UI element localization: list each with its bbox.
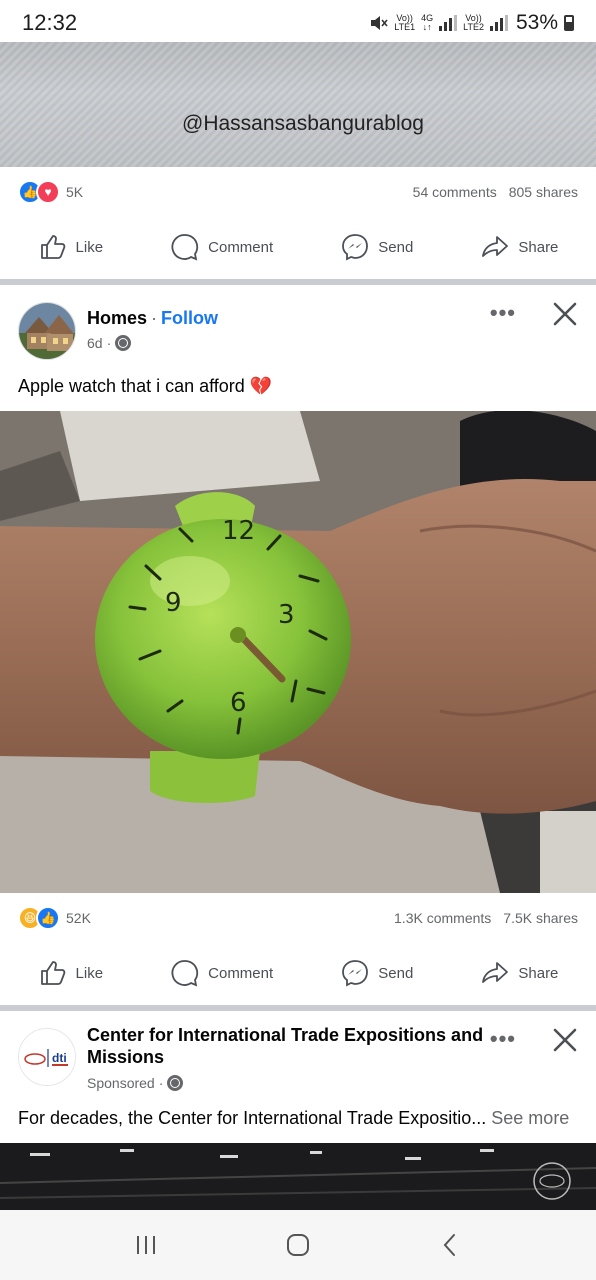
signal1-icon [439, 15, 458, 31]
ad-image[interactable] [0, 1143, 596, 1210]
send-button[interactable]: Send [340, 958, 413, 988]
post-header: Homes · Follow 6d · ••• [0, 299, 596, 374]
like-button[interactable]: Like [38, 958, 104, 988]
globe-icon [115, 335, 132, 351]
image-texture [0, 42, 596, 167]
comment-button[interactable]: Comment [170, 232, 273, 262]
messenger-icon [342, 234, 369, 261]
love-icon: ♥ [36, 180, 60, 204]
status-bar: 12:32 Vo)) LTE1 4G ↓↑ Vo)) LTE2 53% [0, 0, 596, 46]
recents-icon [137, 1236, 155, 1254]
shares-count[interactable]: 805 shares [509, 184, 578, 200]
home-icon [287, 1234, 309, 1256]
previous-post-actions: Like Comment Send Share [0, 219, 596, 275]
status-icons: Vo)) LTE1 4G ↓↑ Vo)) LTE2 53% [370, 11, 574, 35]
previous-post-reactions-bar: 👍 ♥ 5K 54 comments 805 shares [0, 170, 596, 214]
like-label: Like [75, 964, 104, 982]
post-meta: 6d · [87, 335, 132, 351]
sponsor-meta: Sponsored · [87, 1075, 184, 1091]
image-watermark: @Hassansasbangurablog [182, 112, 424, 135]
share-label: Share [518, 238, 559, 256]
page-name-link[interactable]: Homes [87, 308, 147, 328]
clock-number-12: 12 [222, 516, 255, 546]
system-nav-bar [0, 1210, 596, 1280]
reaction-summary[interactable]: 👍 ♥ 5K [18, 180, 83, 204]
page-avatar[interactable] [18, 302, 76, 360]
like-icon: 👍 [36, 906, 60, 930]
meta-separator: · [158, 1075, 164, 1091]
thumbs-up-icon [40, 235, 65, 259]
clock-number-6: 6 [230, 688, 247, 718]
shares-count[interactable]: 7.5K shares [503, 910, 578, 926]
messenger-icon [342, 960, 369, 987]
like-button[interactable]: Like [38, 232, 104, 262]
comments-count[interactable]: 54 comments [413, 184, 497, 200]
net-label: 4G ↓↑ [421, 14, 433, 32]
back-icon [443, 1234, 455, 1256]
sim1-lte: LTE1 [394, 22, 416, 32]
apple-watch-photo: 12 3 6 9 [0, 411, 596, 893]
share-button[interactable]: Share [480, 958, 558, 988]
sponsor-logo-text: dti [52, 1051, 67, 1065]
signal2-icon [489, 15, 508, 31]
send-button[interactable]: Send [340, 232, 413, 262]
sponsor-avatar[interactable]: dti [18, 1028, 76, 1086]
comment-icon [171, 960, 199, 987]
battery-percent: 53% [515, 11, 558, 34]
sponsor-body: For decades, the Center for Internationa… [18, 1108, 487, 1128]
data-arrows-icon: ↓↑ [422, 22, 432, 32]
sim2-lte: LTE2 [463, 22, 484, 32]
clock-number-9: 9 [165, 588, 182, 618]
send-label: Send [378, 238, 414, 256]
clock-number-3: 3 [278, 600, 295, 630]
sponsor-name[interactable]: Center for International Trade Expositio… [87, 1024, 487, 1068]
comment-button[interactable]: Comment [170, 958, 273, 988]
comment-label: Comment [208, 238, 274, 256]
follow-button[interactable]: Follow [161, 308, 218, 328]
like-label: Like [75, 238, 104, 256]
comment-label: Comment [208, 964, 274, 982]
close-icon[interactable] [550, 1025, 580, 1055]
reaction-count: 52K [66, 910, 91, 926]
back-button[interactable] [430, 1225, 470, 1265]
share-button[interactable]: Share [480, 232, 558, 262]
recents-button[interactable] [126, 1225, 166, 1265]
comment-icon [171, 234, 199, 261]
share-arrow-icon [482, 236, 509, 257]
home-button[interactable] [278, 1225, 318, 1265]
sponsored-label: Sponsored [87, 1075, 155, 1091]
name-separator: · [151, 308, 158, 328]
post-image[interactable]: 12 3 6 9 [0, 411, 596, 893]
close-icon[interactable] [550, 299, 580, 329]
sponsor-text: For decades, the Center for Internationa… [18, 1108, 569, 1129]
share-arrow-icon [482, 962, 509, 983]
ad-photo [0, 1143, 596, 1210]
more-options-icon[interactable]: ••• [490, 1026, 516, 1052]
comments-count[interactable]: 1.3K comments [394, 910, 491, 926]
sim1-label: Vo)) LTE1 [394, 14, 415, 32]
status-time: 12:32 [22, 10, 78, 35]
battery-icon [564, 15, 574, 31]
thumbs-up-icon [40, 961, 65, 985]
send-label: Send [378, 964, 414, 982]
post-text: Apple watch that i can afford 💔 [18, 376, 273, 396]
mute-icon [371, 16, 388, 30]
more-options-icon[interactable]: ••• [490, 300, 516, 326]
post-actions: Like Comment Send Share [0, 945, 596, 1001]
post-reactions-bar: 😆 👍 52K 1.3K comments 7.5K shares [0, 896, 596, 940]
previous-post-image[interactable]: @Hassansasbangurablog [0, 42, 596, 167]
meta-separator: · [106, 335, 112, 351]
globe-icon [167, 1075, 184, 1091]
share-label: Share [518, 964, 559, 982]
reaction-count: 5K [66, 184, 84, 200]
post-time[interactable]: 6d [87, 335, 103, 351]
feed-divider [0, 1005, 596, 1011]
see-more-link[interactable]: See more [491, 1108, 569, 1128]
post-author: Homes · Follow [87, 308, 218, 329]
feed-divider [0, 279, 596, 285]
sim2-label: Vo)) LTE2 [463, 14, 484, 32]
reaction-summary[interactable]: 😆 👍 52K [18, 906, 91, 930]
